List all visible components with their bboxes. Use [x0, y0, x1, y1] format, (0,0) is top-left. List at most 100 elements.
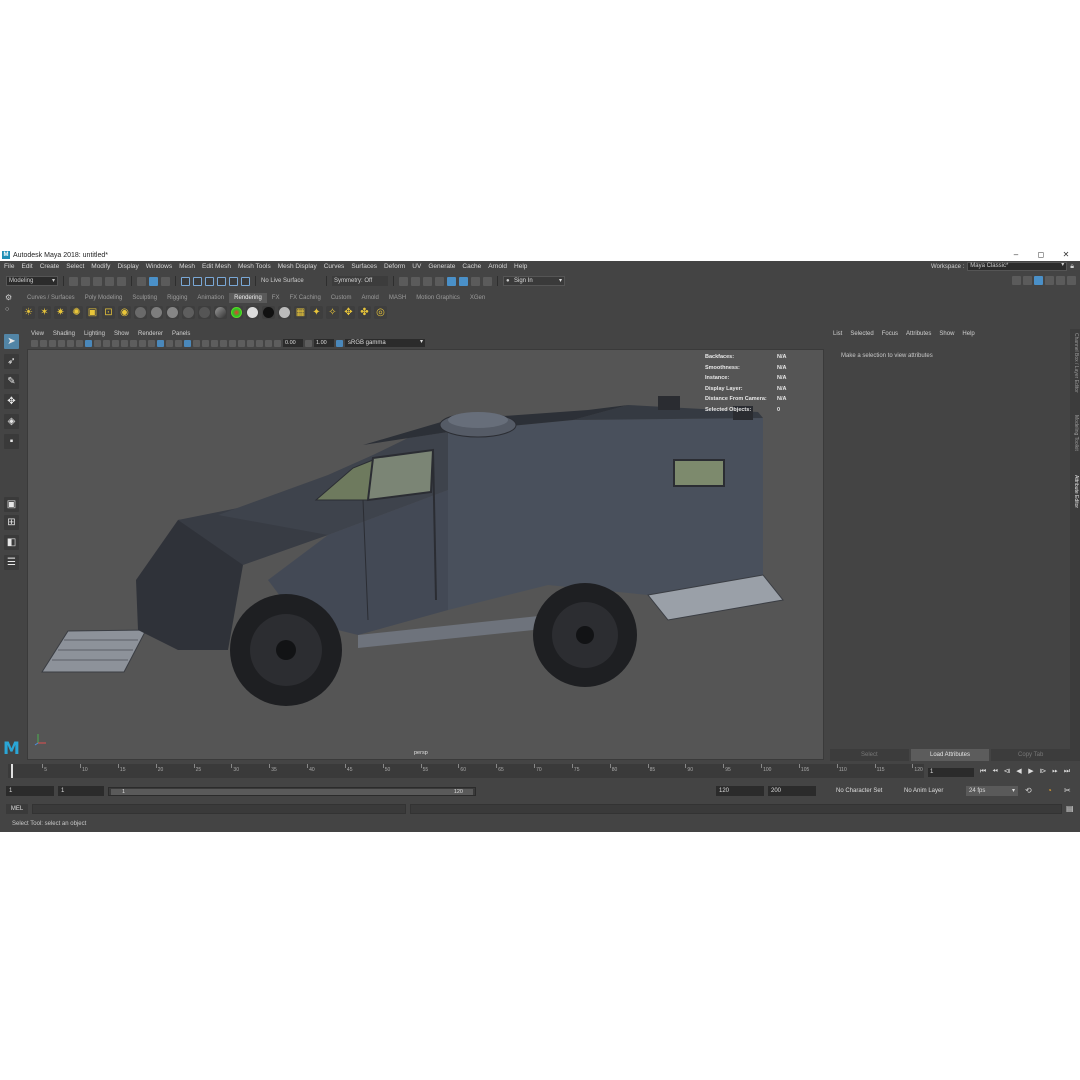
ae-menu-attributes[interactable]: Attributes — [906, 331, 931, 337]
panel-menu-lighting[interactable]: Lighting — [84, 331, 105, 337]
ambient-light-icon[interactable]: ☀ — [22, 305, 35, 319]
menu-modify[interactable]: Modify — [91, 263, 110, 270]
shader-ball-layered-icon[interactable] — [214, 305, 227, 319]
scale-tool-button[interactable]: ▪ — [4, 434, 19, 449]
snap-live-icon[interactable] — [229, 276, 238, 286]
image-plane-icon[interactable] — [58, 339, 65, 347]
auto-key-icon[interactable]: ◔ — [1047, 786, 1052, 796]
directional-light-icon[interactable]: ✶ — [38, 305, 51, 319]
resolution-gate-icon[interactable] — [103, 339, 110, 347]
depth-of-field-icon[interactable] — [229, 339, 236, 347]
tab-modeling-toolkit[interactable]: Modeling Toolkit — [1071, 415, 1079, 451]
shader-ball-lambert-icon[interactable] — [198, 305, 211, 319]
lasso-tool-button[interactable]: ➶ — [4, 354, 19, 369]
shelf-menu-gear-icon[interactable]: ⚙ — [5, 293, 17, 302]
loop-icon[interactable]: ⟲ — [1025, 786, 1032, 796]
load-attributes-button[interactable]: Load Attributes — [910, 749, 990, 761]
range-slider[interactable]: 1 120 — [108, 787, 476, 796]
shelf-tab-rendering[interactable]: Rendering — [229, 293, 267, 303]
move-tool-button[interactable]: ✥ — [4, 394, 19, 409]
menu-cache[interactable]: Cache — [462, 263, 481, 270]
camera-select-icon[interactable] — [31, 339, 38, 347]
redo-icon[interactable] — [117, 276, 126, 286]
shelf-tab-fx-caching[interactable]: FX Caching — [284, 293, 325, 303]
menu-edit[interactable]: Edit — [21, 263, 32, 270]
shader-ball-phong-icon[interactable] — [182, 305, 195, 319]
menu-uv[interactable]: UV — [412, 263, 421, 270]
animation-start-field[interactable]: 1 — [6, 786, 54, 796]
wireframe-on-shaded-icon[interactable] — [166, 339, 173, 347]
ramp-shader-icon[interactable] — [230, 305, 243, 319]
shader-ball-black-icon[interactable] — [262, 305, 275, 319]
play-forwards-button[interactable]: ▶ — [1026, 767, 1036, 777]
maximize-button[interactable]: ◻ — [1029, 249, 1053, 261]
go-to-end-button[interactable]: ⏭ — [1062, 767, 1072, 777]
menu-edit-mesh[interactable]: Edit Mesh — [202, 263, 231, 270]
gamma-icon[interactable] — [305, 339, 312, 347]
shelf-tab-rigging[interactable]: Rigging — [162, 293, 192, 303]
view-transform-dropdown[interactable]: sRGB gamma — [345, 338, 425, 347]
gate-mask-icon[interactable] — [112, 339, 119, 347]
current-time-indicator[interactable] — [11, 764, 13, 778]
step-back-key-button[interactable]: ⏪︎ — [990, 767, 1000, 777]
shelf-tab-motion-graphics[interactable]: Motion Graphics — [411, 293, 465, 303]
four-view-layout-button[interactable]: ⊞ — [4, 515, 19, 530]
menu-file[interactable]: File — [4, 263, 14, 270]
hypershade-shelf-icon[interactable]: ▦ — [294, 305, 307, 319]
batch-render-icon[interactable]: ✥ — [342, 305, 355, 319]
menu-generate[interactable]: Generate — [428, 263, 455, 270]
step-forward-key-button[interactable]: ⏩︎ — [1050, 767, 1060, 777]
render-history-icon[interactable] — [399, 276, 408, 286]
grid-icon[interactable] — [85, 339, 92, 347]
select-button[interactable]: Select — [830, 749, 909, 761]
shelf-tab-poly-modeling[interactable]: Poly Modeling — [80, 293, 128, 303]
tab-channel-box[interactable]: Channel Box / Layer Editor — [1071, 333, 1079, 393]
gamma-field[interactable]: 1.00 — [314, 339, 334, 347]
safe-action-icon[interactable] — [130, 339, 137, 347]
character-controls-icon[interactable] — [1023, 276, 1032, 285]
camera-attributes-icon[interactable] — [40, 339, 47, 347]
ipr-render-icon[interactable] — [423, 276, 432, 286]
shader-ball-light-icon[interactable] — [278, 305, 291, 319]
perspective-viewport[interactable]: Backfaces: N/A Smoothness: N/A Instance: N/… — [27, 349, 824, 760]
wireframe-icon[interactable] — [148, 339, 155, 347]
undo-icon[interactable] — [105, 276, 114, 286]
shader-ball-grey-icon[interactable] — [150, 305, 163, 319]
point-light-icon[interactable]: ✷ — [54, 305, 67, 319]
xray-joints-icon[interactable] — [256, 339, 263, 347]
panel-menu-renderer[interactable]: Renderer — [138, 331, 163, 337]
playback-end-field[interactable]: 120 — [716, 786, 764, 796]
shader-ball-white-icon[interactable] — [246, 305, 259, 319]
playback-start-field[interactable]: 1 — [58, 786, 104, 796]
menu-mesh[interactable]: Mesh — [179, 263, 195, 270]
outliner-layout-button[interactable]: ☰ — [4, 555, 19, 570]
select-tool-button[interactable]: ➤ — [4, 334, 19, 349]
safe-title-icon[interactable] — [139, 339, 146, 347]
command-input[interactable] — [32, 804, 406, 814]
channel-box-toggle-icon[interactable] — [1056, 276, 1065, 285]
snap-surface-icon[interactable] — [241, 276, 250, 286]
animation-preferences-icon[interactable]: ✂ — [1064, 786, 1071, 796]
snap-grid-icon[interactable] — [181, 276, 190, 286]
panel-menu-panels[interactable]: Panels — [172, 331, 190, 337]
play-backwards-button[interactable]: ◀ — [1014, 767, 1024, 777]
select-component-icon[interactable] — [161, 276, 170, 286]
menu-deform[interactable]: Deform — [384, 263, 405, 270]
film-gate-icon[interactable] — [94, 339, 101, 347]
ae-menu-show[interactable]: Show — [939, 331, 954, 337]
menu-windows[interactable]: Windows — [146, 263, 172, 270]
shelf-tab-animation[interactable]: Animation — [192, 293, 229, 303]
shader-ball-dark-icon[interactable] — [134, 305, 147, 319]
menu-display[interactable]: Display — [117, 263, 138, 270]
script-language-toggle[interactable]: MEL — [6, 804, 28, 814]
shelf-tab-curves-surfaces[interactable]: Curves / Surfaces — [22, 293, 80, 303]
panel-menu-shading[interactable]: Shading — [53, 331, 75, 337]
motion-blur-icon[interactable] — [211, 339, 218, 347]
arnold-render-view-icon[interactable] — [459, 276, 468, 286]
paint-select-tool-button[interactable]: ✎ — [4, 374, 19, 389]
pause-render-icon[interactable] — [483, 276, 492, 286]
render-frame-icon[interactable] — [411, 276, 420, 286]
close-button[interactable]: ✕ — [1054, 249, 1078, 261]
isolate-select-icon[interactable] — [238, 339, 245, 347]
lock-icon[interactable]: 🔒︎ — [1070, 263, 1074, 271]
